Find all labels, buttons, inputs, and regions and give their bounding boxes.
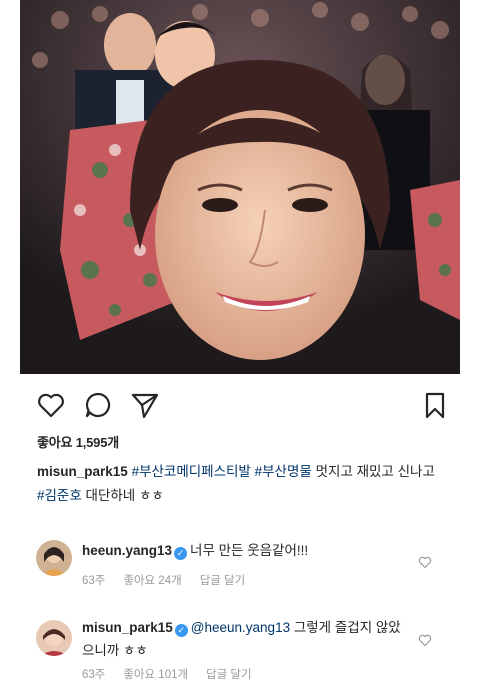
comment-item: misun_park15 ✓ @heeun.yang13 그렇게 즐겁지 않았으니까… (20, 616, 460, 688)
comment-username[interactable]: misun_park15 (82, 620, 173, 635)
comment-item: heeun.yang13 ✓ 너무 만든 웃음같어!!! 63주 좋아요 24개 답글 … (20, 536, 460, 596)
speech-bubble-icon[interactable] (83, 390, 113, 420)
comment-time: 63주 (82, 575, 106, 587)
comment-likes[interactable]: 좋아요 101개 (123, 669, 188, 681)
caption-fragment: 멋지고 재밌고 신나고 (311, 464, 435, 479)
photo-illustration (20, 0, 460, 374)
post-action-bar (20, 388, 460, 422)
post-caption: misun_park15 #부산코메디페스티발 #부산명물 멋지고 재밌고 신나… (37, 460, 437, 508)
verified-badge-icon: ✓ (174, 547, 188, 560)
caption-username[interactable]: misun_park15 (37, 464, 128, 479)
comment-mention[interactable]: @heeun.yang13 (191, 620, 290, 635)
caption-fragment: 대단하네 ㅎㅎ (81, 488, 164, 503)
hashtag-link[interactable]: #부산명물 (255, 464, 312, 479)
hashtag-link[interactable]: #김준호 (37, 488, 82, 503)
likes-count[interactable]: 좋아요 1,595개 (37, 432, 119, 451)
reply-button[interactable]: 답글 달기 (200, 575, 246, 587)
hashtag-link[interactable]: #부산코메디페스티발 (132, 464, 251, 479)
heart-outline-icon[interactable] (36, 390, 66, 420)
avatar[interactable] (36, 540, 72, 576)
post-photo[interactable] (20, 0, 460, 374)
comment-like-heart-icon[interactable] (418, 555, 432, 569)
comment-time: 63주 (82, 669, 106, 681)
comment-meta: 63주 좋아요 24개 답글 달기 (82, 572, 263, 588)
comment-body: heeun.yang13 ✓ 너무 만든 웃음같어!!! (82, 539, 412, 562)
bookmark-icon[interactable] (420, 390, 450, 420)
avatar[interactable] (36, 620, 72, 656)
comment-meta: 63주 좋아요 101개 답글 달기 (82, 666, 270, 682)
comment-like-heart-icon[interactable] (418, 633, 432, 647)
paper-plane-icon[interactable] (130, 390, 160, 420)
comment-username[interactable]: heeun.yang13 (82, 543, 172, 558)
reply-button[interactable]: 답글 달기 (206, 669, 252, 681)
comment-likes[interactable]: 좋아요 24개 (123, 575, 181, 587)
comment-body: misun_park15 ✓ @heeun.yang13 그렇게 즐겁지 않았으니까… (82, 616, 412, 662)
comment-text: 너무 만든 웃음같어!!! (190, 543, 309, 558)
verified-badge-icon: ✓ (174, 624, 188, 637)
